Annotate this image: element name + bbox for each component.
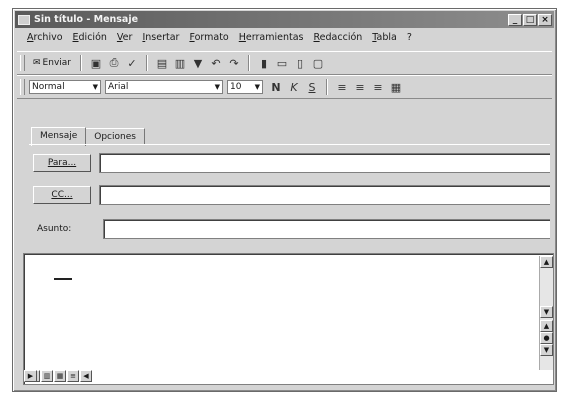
to-button[interactable]: Para... <box>33 154 91 172</box>
save-icon[interactable]: ▣ <box>87 54 105 72</box>
message-panel: Para... CC... Asunto: ▲ ▼ ▲ ● ▼ ▤ <box>23 144 554 385</box>
view-buttons: ▤ ▥ ▦ ≡ ◀ <box>28 370 92 382</box>
to-field[interactable] <box>99 153 550 173</box>
toolbar-grip[interactable] <box>20 55 25 71</box>
menu-insertar[interactable]: Insertar <box>142 32 179 48</box>
menu-help[interactable]: ? <box>407 32 412 48</box>
calendar-icon[interactable]: ▯ <box>291 54 309 72</box>
message-window: Sin título - Mensaje _ □ × Archivo Edici… <box>12 8 557 392</box>
menu-ver[interactable]: Ver <box>117 32 133 48</box>
italic-button[interactable]: K <box>285 78 303 96</box>
message-body[interactable]: ▲ ▼ ▲ ● ▼ ▤ ▥ ▦ ≡ ◀ ▶ <box>23 253 554 385</box>
send-label: Enviar <box>42 58 71 68</box>
subject-label: Asunto: <box>37 224 72 234</box>
cc-field[interactable] <box>99 185 550 205</box>
redo-icon[interactable]: ↷ <box>225 54 243 72</box>
bold-button[interactable]: N <box>267 78 285 96</box>
undo-icon[interactable]: ↶ <box>207 54 225 72</box>
check-names-icon[interactable]: ▥ <box>171 54 189 72</box>
align-center-icon[interactable]: ≡ <box>351 78 369 96</box>
chevron-down-icon: ▼ <box>214 83 220 91</box>
style-select[interactable]: Normal ▼ <box>29 80 101 94</box>
chevron-down-icon: ▼ <box>92 83 98 91</box>
print-icon[interactable]: ⎙ <box>105 54 123 72</box>
menu-redaccion[interactable]: Redacción <box>313 32 362 48</box>
window-title: Sin título - Mensaje <box>34 14 139 25</box>
menu-edicion[interactable]: Edición <box>73 32 107 48</box>
attach-icon[interactable]: ▮ <box>255 54 273 72</box>
text-cursor <box>54 278 72 280</box>
subject-row: Asunto: <box>33 219 550 239</box>
spellcheck-icon[interactable]: ✓ <box>123 54 141 72</box>
print-layout-icon[interactable]: ▦ <box>54 370 66 382</box>
font-size-select[interactable]: 10 ▼ <box>227 80 263 94</box>
minimize-button[interactable]: _ <box>508 13 522 26</box>
scroll-right-icon[interactable]: ▶ <box>24 370 37 382</box>
close-button[interactable]: × <box>538 13 552 26</box>
separator <box>79 55 82 71</box>
scroll-left-icon[interactable]: ◀ <box>80 370 92 382</box>
outline-view-icon[interactable]: ≡ <box>67 370 79 382</box>
justify-icon[interactable]: ▦ <box>387 78 405 96</box>
next-page-icon[interactable]: ▼ <box>540 344 553 356</box>
font-select[interactable]: Arial ▼ <box>105 80 223 94</box>
cc-button[interactable]: CC... <box>33 186 91 204</box>
message-tabs: Mensaje Opciones <box>31 126 145 146</box>
menu-bar: Archivo Edición Ver Insertar Formato Her… <box>27 32 412 48</box>
to-row: Para... <box>33 153 550 173</box>
subject-field[interactable] <box>103 219 550 239</box>
chevron-down-icon: ▼ <box>254 83 260 91</box>
select-browse-object-icon[interactable]: ● <box>540 332 553 344</box>
filter-icon[interactable]: ▼ <box>189 54 207 72</box>
envelope-icon <box>18 14 30 25</box>
menu-formato[interactable]: Formato <box>189 32 228 48</box>
formatting-toolbar: Normal ▼ Arial ▼ 10 ▼ N K S ≡ ≡ ≡ ▦ <box>17 75 552 99</box>
font-value: Arial <box>108 82 129 92</box>
to-button-label: Para... <box>47 158 77 168</box>
title-bar: Sin título - Mensaje _ □ × <box>15 11 554 28</box>
vertical-scrollbar[interactable]: ▲ ▼ ▲ ● ▼ <box>539 256 553 370</box>
font-size-value: 10 <box>230 82 242 92</box>
send-button[interactable]: ✉ Enviar <box>29 58 75 68</box>
scroll-down-icon[interactable]: ▼ <box>540 306 553 318</box>
separator <box>326 79 328 95</box>
maximize-button[interactable]: □ <box>523 13 537 26</box>
underline-button[interactable]: S <box>303 78 321 96</box>
web-layout-icon[interactable]: ▥ <box>41 370 53 382</box>
menu-archivo[interactable]: Archivo <box>27 32 63 48</box>
toolbar-grip[interactable] <box>20 79 25 95</box>
help-icon[interactable]: ▢ <box>309 54 327 72</box>
table-icon[interactable]: ▭ <box>273 54 291 72</box>
menu-tabla[interactable]: Tabla <box>372 32 397 48</box>
align-left-icon[interactable]: ≡ <box>333 78 351 96</box>
style-value: Normal <box>32 82 65 92</box>
send-icon: ✉ <box>33 58 41 68</box>
previous-page-icon[interactable]: ▲ <box>540 320 553 332</box>
separator <box>145 55 148 71</box>
cc-button-label: CC... <box>51 190 73 200</box>
tab-opciones[interactable]: Opciones <box>85 128 145 145</box>
standard-toolbar: ✉ Enviar ▣ ⎙ ✓ ▤ ▥ ▼ ↶ ↷ ▮ ▭ ▯ ▢ <box>17 51 552 75</box>
address-book-icon[interactable]: ▤ <box>153 54 171 72</box>
scroll-up-icon[interactable]: ▲ <box>540 256 553 268</box>
cc-row: CC... <box>33 185 550 205</box>
menu-herramientas[interactable]: Herramientas <box>239 32 304 48</box>
align-right-icon[interactable]: ≡ <box>369 78 387 96</box>
separator <box>247 55 250 71</box>
